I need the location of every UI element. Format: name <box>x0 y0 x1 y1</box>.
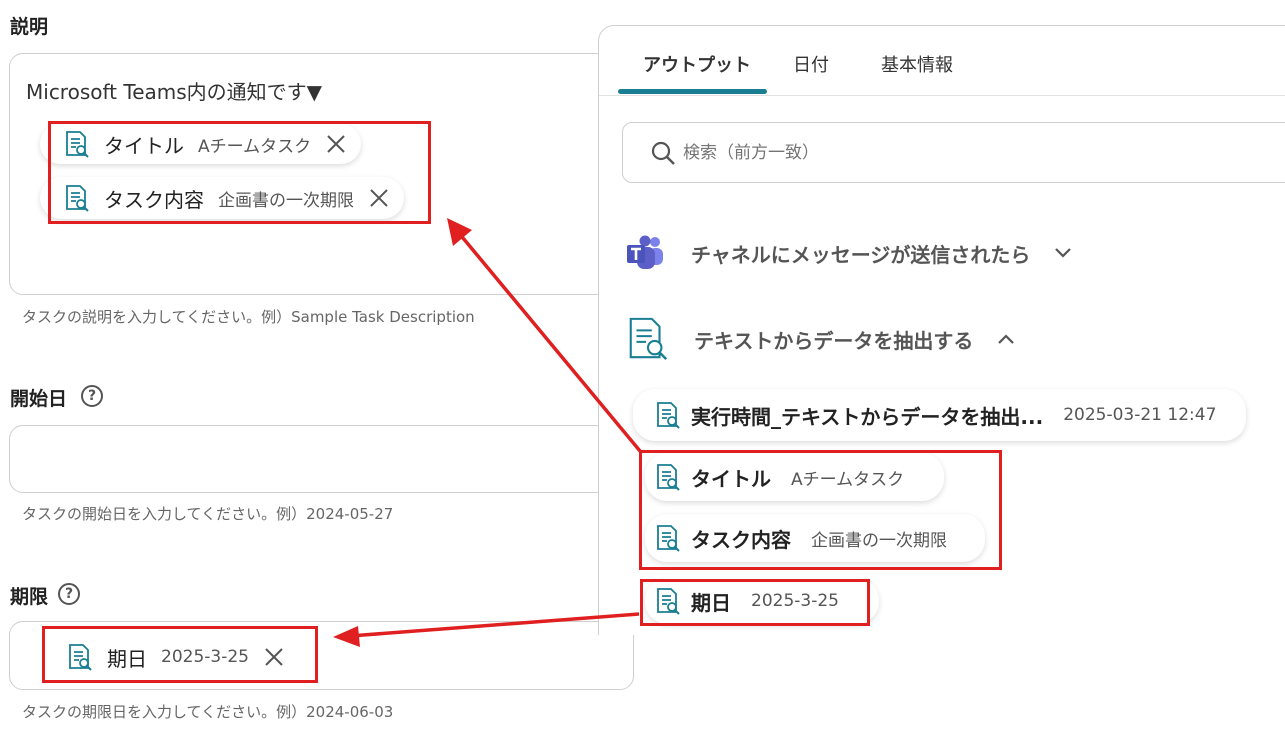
section-teams-trigger[interactable]: チャネルにメッセージが送信されたら <box>625 233 1072 273</box>
document-search-icon <box>629 317 668 361</box>
description-chips-highlight <box>48 121 431 224</box>
section-label: テキストからデータを抽出する <box>694 328 974 353</box>
tab-basic-info[interactable]: 基本情報 <box>881 51 953 77</box>
deadline-hint: タスクの期限日を入力してください。例）2024-06-03 <box>22 703 394 721</box>
help-icon[interactable]: ? <box>58 583 80 605</box>
description-label: 説明 <box>10 16 49 38</box>
search-icon <box>651 141 675 165</box>
search-box[interactable] <box>622 122 1285 183</box>
tabs-divider <box>599 95 1285 96</box>
description-text: Microsoft Teams内の通知です▼ <box>26 80 323 104</box>
teams-icon <box>627 235 663 269</box>
chevron-up-icon[interactable] <box>997 333 1015 345</box>
section-extract-trigger[interactable]: テキストからデータを抽出する <box>626 316 1015 362</box>
section-label: チャネルにメッセージが送信されたら <box>691 242 1031 267</box>
start-date-label: 開始日 <box>10 388 68 410</box>
active-tab-indicator <box>618 89 767 94</box>
output-item[interactable]: 実行時間_テキストからデータを抽出... 2025-03-21 12:47 <box>633 389 1247 441</box>
help-icon[interactable]: ? <box>81 385 103 407</box>
start-date-field[interactable] <box>9 425 609 493</box>
output-date-highlight <box>640 579 870 626</box>
output-item-value: 2025-03-21 12:47 <box>1063 405 1217 425</box>
tab-output[interactable]: アウトプット <box>643 51 751 77</box>
deadline-chip-highlight <box>42 626 318 683</box>
document-search-icon <box>657 402 680 429</box>
search-input[interactable] <box>683 139 1263 167</box>
output-items-highlight <box>639 450 1002 570</box>
start-date-hint: タスクの開始日を入力してください。例）2024-05-27 <box>22 505 394 523</box>
output-item-key: 実行時間_テキストからデータを抽出... <box>691 404 1044 429</box>
description-hint: タスクの説明を入力してください。例）Sample Task Descriptio… <box>22 308 475 326</box>
tab-date[interactable]: 日付 <box>793 51 829 77</box>
chevron-down-icon[interactable] <box>1054 247 1072 259</box>
deadline-label: 期限 <box>10 586 49 608</box>
